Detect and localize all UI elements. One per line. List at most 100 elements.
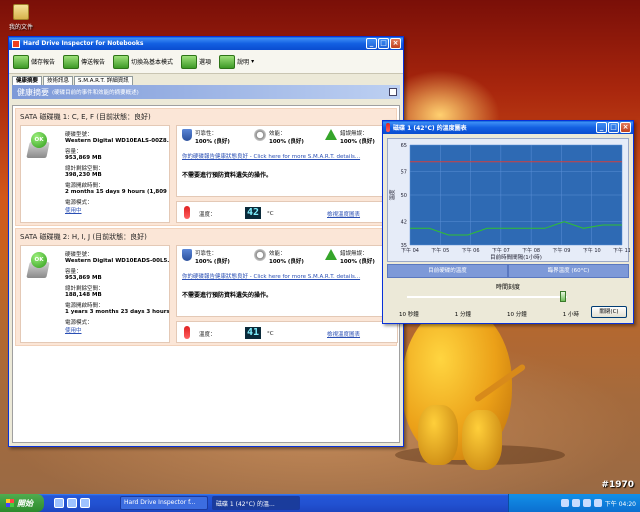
power-mode-link[interactable]: 使用中 [65, 206, 169, 214]
smart-details-link[interactable]: 你的硬碟報告健康狀態良好 - Click here for more S.M.A… [182, 152, 360, 160]
close-button[interactable]: × [620, 122, 631, 133]
browser-icon[interactable] [54, 498, 64, 508]
send-report-button[interactable]: 傳送報告 [63, 54, 106, 69]
tray-icon[interactable] [593, 499, 602, 507]
toolbar-label: 傳送報告 [81, 59, 106, 66]
ok-status-icon: OK [31, 132, 47, 148]
options-icon [181, 54, 198, 69]
disk-section: SATA 磁碟機 2: H, I, J (目前狀態：良好) OK 硬碟型號： W… [15, 228, 398, 346]
windows-logo-icon [6, 499, 14, 507]
power-on-value: 1 years 3 months 23 days 3 hours ... [65, 309, 169, 315]
smart-details-link[interactable]: 你的硬碟報告健康狀態良好 - Click here for more S.M.A… [182, 272, 360, 280]
power-on-label: 電源開啟時間： [65, 183, 104, 189]
title-bar[interactable]: 磁碟 1 (42°C) 的溫度圖表 _ □ × [383, 121, 633, 134]
power-on-label: 電源開啟時間： [65, 303, 104, 309]
temperature-card: 溫度： 42 °C 檢視溫度圖表 [176, 201, 398, 223]
y-tick-label: 42 [401, 220, 407, 226]
close-button[interactable]: × [390, 38, 401, 49]
time-scale-slider-thumb[interactable] [560, 291, 566, 302]
errorless-value: 100% (良好) [340, 139, 375, 145]
y-axis-label: 溫度 [388, 189, 396, 201]
errorless-label: 錯誤無誤： [340, 131, 368, 137]
disk-section: SATA 磁碟機 1: C, E, F (目前狀態：良好) OK 硬碟型號： W… [15, 108, 398, 226]
legend-current-temperature: 目前硬碟的溫度 [387, 264, 508, 278]
help-icon [219, 54, 236, 69]
view-temperature-chart-link[interactable]: 檢視溫度圖表 [327, 330, 360, 338]
gauge-icon [254, 129, 266, 141]
free-space-value: 398,230 MB [65, 172, 102, 178]
reliability-stat: 可靠性： 100% (良好) [182, 249, 230, 265]
disk-info-card: OK 硬碟型號： Western Digital WD10EADS-00L5..… [20, 245, 170, 343]
tab-smart-details[interactable]: S.M.A.R.T. 詳細資訊 [74, 76, 133, 85]
advice-text: 不需要進行預防資料遺失的操作。 [182, 292, 273, 299]
title-bar[interactable]: Hard Drive Inspector for Notebooks _ □ × [9, 37, 403, 50]
clock: 下午 04:20 [604, 500, 636, 508]
options-button[interactable]: 選項 [181, 54, 211, 69]
help-button[interactable]: 說明 ▾ [219, 54, 255, 69]
maximize-button[interactable]: □ [378, 38, 389, 49]
toolbar: 儲存報告 傳送報告 切換為基本模式 選項 說明 ▾ [9, 50, 403, 74]
x-tick-label: 下午 10 [583, 247, 601, 254]
minimize-button[interactable]: _ [366, 38, 377, 49]
x-tick-label: 下午 09 [552, 247, 570, 254]
gauge-icon [254, 249, 266, 261]
time-scale-ticks: 10 秒鐘 1 分鐘 10 分鐘 1 小時 [399, 310, 579, 318]
taskbar-task-main[interactable]: Hard Drive Inspector f... [120, 496, 208, 510]
tick-label: 1 小時 [562, 312, 579, 318]
warning-triangle-icon [325, 129, 337, 140]
tray-icon[interactable] [582, 499, 591, 507]
media-icon[interactable] [67, 498, 77, 508]
send-icon [63, 54, 80, 69]
close-dialog-button[interactable]: 關閉(C) [591, 306, 627, 318]
tab-health-summary[interactable]: 健康摘要 [12, 76, 43, 85]
main-window: Hard Drive Inspector for Notebooks _ □ ×… [8, 36, 404, 447]
x-tick-label: 下午 06 [462, 247, 480, 254]
y-tick-label: 57 [401, 170, 407, 176]
maximize-button[interactable]: □ [608, 122, 619, 133]
system-tray: 下午 04:20 [508, 494, 640, 512]
warning-triangle-icon [325, 249, 337, 260]
tray-icon[interactable] [571, 499, 580, 507]
desktop-icon[interactable] [80, 498, 90, 508]
tab-technical-info[interactable]: 技術訊息 [43, 76, 74, 85]
y-tick-label: 50 [401, 193, 407, 199]
save-icon [13, 54, 29, 69]
performance-stat: 效能： 100% (良好) [254, 129, 304, 145]
temperature-card: 溫度： 41 °C 檢視溫度圖表 [176, 321, 398, 343]
disk-info-card: OK 硬碟型號： Western Digital WD10EALS-00Z8..… [20, 125, 170, 223]
legend-critical-temperature: 臨界溫度 (60°C) [508, 264, 629, 278]
model-label: 硬碟型號： [65, 252, 93, 258]
disk-health-card: 可靠性： 100% (良好) 效能： 100% (良好) 錯誤無誤： 100% (良好… [176, 245, 398, 317]
reliability-label: 可靠性： [195, 251, 218, 257]
tick-label: 1 分鐘 [454, 312, 471, 318]
wallpaper-mascot-foot [462, 410, 502, 470]
reliability-value: 100% (良好) [195, 139, 230, 145]
save-report-button[interactable]: 儲存報告 [13, 54, 56, 69]
help-icon[interactable] [389, 88, 397, 96]
start-label: 開始 [17, 498, 33, 508]
folder-icon [13, 4, 29, 20]
toolbar-label: 儲存報告 [31, 59, 56, 66]
minimize-button[interactable]: _ [596, 122, 607, 133]
power-mode-link[interactable]: 使用中 [65, 326, 169, 334]
capacity-value: 953,869 MB [65, 275, 102, 281]
x-tick-label: 下午 11 [613, 247, 630, 254]
chart-frame: 下午 04 下午 05 下午 06 下午 07 下午 08 下午 09 下午 10 下午 11… [387, 138, 631, 262]
taskbar-task-chart[interactable]: 磁碟 1 (42°C) 的溫... [212, 496, 300, 510]
model-value: Western Digital WD10EALS-00Z8... [65, 138, 169, 144]
basic-mode-button[interactable]: 切換為基本模式 [113, 54, 173, 69]
start-button[interactable]: 開始 [0, 494, 44, 512]
errorless-stat: 錯誤無誤： 100% (良好) [325, 249, 375, 265]
chevron-down-icon: ▾ [251, 58, 255, 65]
thermometer-icon [386, 123, 390, 132]
thermometer-icon [184, 206, 190, 219]
tray-icon[interactable] [560, 499, 569, 507]
temperature-chart: 下午 04 下午 05 下午 06 下午 07 下午 08 下午 09 下午 10 下午 11… [388, 143, 631, 261]
time-scale-slider-track[interactable] [407, 296, 567, 298]
view-temperature-chart-link[interactable]: 檢視溫度圖表 [327, 210, 360, 218]
shield-icon [182, 129, 192, 141]
desktop-icon-my-documents[interactable]: 我的文件 [6, 4, 36, 31]
y-tick-label: 65 [401, 143, 407, 149]
temperature-value: 42 [245, 207, 262, 219]
ok-status-icon: OK [31, 252, 47, 268]
